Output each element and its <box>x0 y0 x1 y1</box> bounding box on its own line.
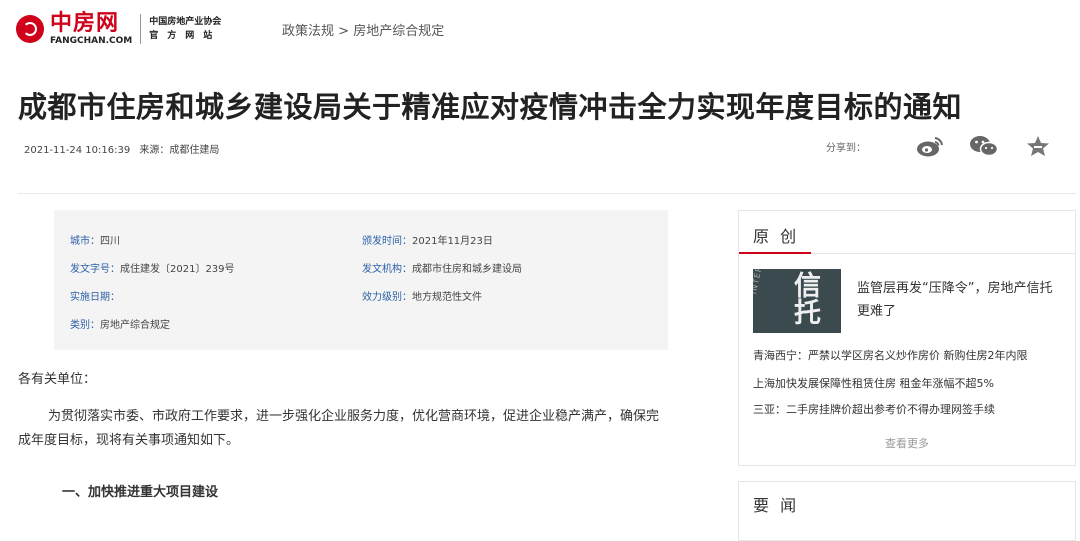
association-label: 中国房地产业协会 官 方 网 站 <box>149 16 222 41</box>
article-source: 来源：成都住建局 <box>139 145 220 156</box>
share-bar: 分享到： <box>826 134 1054 158</box>
info-doc-number: 发文字号：成住建发〔2021〕239号 <box>70 264 235 275</box>
breadcrumb-policy[interactable]: 政策法规 <box>282 24 334 39</box>
info-category: 类别：房地产综合规定 <box>70 320 170 331</box>
sidebar-headlines: 要 闻 <box>738 481 1076 541</box>
news-link[interactable]: 三亚：二手房挂牌价超出参考价不得办理网签手续 <box>753 401 995 417</box>
share-label: 分享到： <box>826 142 866 154</box>
info-city: 城市：四川 <box>70 236 120 247</box>
site-logo[interactable]: 中房网 FANGCHAN.COM 中国房地产业协会 官 方 网 站 <box>16 10 221 48</box>
sidebar-title: 原 创 <box>753 227 800 246</box>
logo-mark-icon <box>16 15 44 43</box>
article-datetime: 2021-11-24 10:16:39 <box>24 145 131 156</box>
article-salutation: 各有关单位： <box>18 372 97 387</box>
weibo-icon[interactable] <box>914 134 946 158</box>
info-issuer: 发文机构：成都市住房和城乡建设局 <box>362 264 522 275</box>
info-level: 效力级别：地方规范性文件 <box>362 292 482 303</box>
article-meta: 2021-11-24 10:16:39 来源：成都住建局 <box>24 141 219 156</box>
wechat-icon[interactable] <box>968 134 1000 158</box>
news-link[interactable]: 青海西宁：严禁以学区房名义炒作房价 新购住房2年内限 <box>753 347 1028 363</box>
sidebar-headlines-title: 要 闻 <box>753 496 800 515</box>
site-header: 中房网 FANGCHAN.COM 中国房地产业协会 官 方 网 站 政策法规 >… <box>0 0 1080 62</box>
see-more-link[interactable]: 查看更多 <box>739 435 1075 451</box>
logo-divider <box>140 14 142 44</box>
logo-text-cn: 中房网 <box>50 10 120 36</box>
info-effective-date: 实施日期： <box>70 292 120 303</box>
sidebar-title-accent <box>739 252 811 254</box>
sidebar-original: 原 创 INTERNATIO 信托 监管层再发“压降令”，房地产信托更难了 青海… <box>738 210 1076 466</box>
article-section-heading: 一、加快推进重大项目建设 <box>62 485 219 500</box>
info-issue-time: 颁发时间：2021年11月23日 <box>362 236 493 247</box>
breadcrumb: 政策法规 > 房地产综合规定 <box>282 20 444 39</box>
document-info-box: 城市：四川 颁发时间：2021年11月23日 发文字号：成住建发〔2021〕23… <box>54 210 668 350</box>
feature-thumbnail[interactable]: INTERNATIO 信托 <box>753 269 841 333</box>
news-link[interactable]: 上海加快发展保障性租赁住房 租金年涨幅不超5% <box>753 375 994 391</box>
article-title: 成都市住房和城乡建设局关于精准应对疫情冲击全力实现年度目标的通知 <box>18 90 963 124</box>
breadcrumb-separator: > <box>338 24 350 39</box>
favorite-star-icon[interactable] <box>1022 134 1054 158</box>
article-paragraph: 为贯彻落实市委、市政府工作要求，进一步强化企业服务力度，优化营商环境，促进企业稳… <box>18 409 660 448</box>
header-divider <box>18 193 1076 194</box>
logo-text-en: FANGCHAN.COM <box>50 36 133 46</box>
breadcrumb-category[interactable]: 房地产综合规定 <box>353 24 444 39</box>
feature-headline-link[interactable]: 监管层再发“压降令”，房地产信托更难了 <box>857 277 1057 323</box>
